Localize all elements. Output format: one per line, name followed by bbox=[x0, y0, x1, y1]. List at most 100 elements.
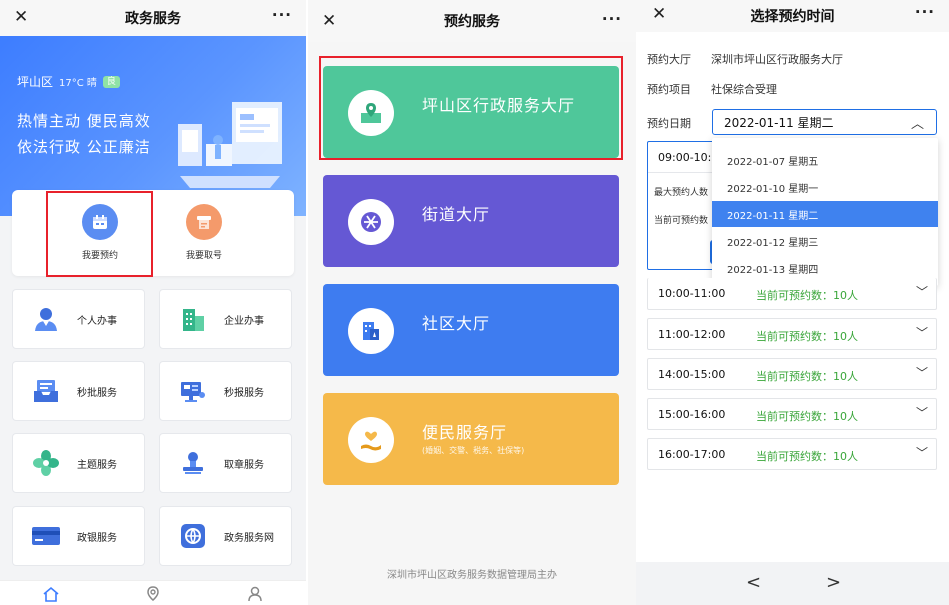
hall-convenience[interactable]: 便民服务厅 (婚姻、交警、税务、社保等) bbox=[323, 393, 619, 485]
bottom-tab-bar bbox=[0, 580, 306, 605]
top-bar: ✕ 预约服务 ··· bbox=[308, 0, 636, 42]
screen-select-time: ✕ 选择预约时间 ··· 预约大厅 深圳市坪山区行政服务大厅 预约项目 社保综合… bbox=[636, 0, 949, 605]
service-label: 个人办事 bbox=[77, 315, 117, 327]
service-label: 秒报服务 bbox=[224, 387, 264, 399]
network-icon bbox=[348, 199, 394, 245]
hall-community[interactable]: 社区大厅 bbox=[323, 284, 619, 376]
close-icon[interactable]: ✕ bbox=[322, 12, 336, 30]
service-label: 秒批服务 bbox=[77, 387, 117, 399]
info-row-item: 预约项目 社保综合受理 bbox=[647, 81, 777, 97]
date-dropdown: 2022-01-07 星期五 2022-01-10 星期一 2022-01-11… bbox=[712, 138, 938, 286]
chevron-down-icon: ﹀ bbox=[915, 326, 928, 340]
hall-label: 预约大厅 bbox=[647, 53, 691, 66]
air-quality-badge: 良 bbox=[102, 75, 120, 88]
time-slot-row[interactable]: 16:00-17:00 当前可预约数：10人 ﹀ bbox=[647, 438, 937, 470]
building-icon bbox=[348, 308, 394, 354]
service-label: 政务服务网 bbox=[224, 532, 274, 544]
take-number-label: 我要取号 bbox=[185, 251, 222, 261]
stamp-icon bbox=[178, 448, 208, 478]
back-arrow-icon[interactable]: < bbox=[746, 572, 761, 593]
profile-icon[interactable] bbox=[246, 585, 264, 603]
close-icon[interactable]: ✕ bbox=[652, 5, 666, 23]
slot-time: 11:00-12:00 bbox=[658, 328, 726, 341]
slot-availability: 当前可预约数：10人 bbox=[756, 410, 858, 423]
page-title: 政务服务 bbox=[125, 11, 181, 27]
hall-name: 社区大厅 bbox=[422, 314, 491, 333]
location-icon[interactable] bbox=[144, 585, 162, 603]
slot-time: 09:00-10:0 bbox=[658, 151, 719, 164]
heart-hand-icon bbox=[348, 417, 394, 463]
slot-availability: 当前可预约数：10人 bbox=[756, 330, 858, 343]
hall-subtitle: (婚姻、交警、税务、社保等) bbox=[422, 446, 525, 455]
item-value: 社保综合受理 bbox=[711, 83, 777, 96]
service-label: 企业办事 bbox=[224, 315, 264, 327]
page-title: 选择预约时间 bbox=[750, 9, 835, 25]
hero-banner: 坪山区 17°C 晴 良 热情主动 便民高效 依法行政 公正廉洁 bbox=[0, 36, 306, 216]
date-select[interactable]: 2022-01-11 星期二 ︿ bbox=[712, 109, 937, 135]
page-title: 预约服务 bbox=[444, 14, 500, 30]
hall-name: 街道大厅 bbox=[422, 205, 491, 224]
service-bank[interactable]: 政银服务 bbox=[12, 506, 145, 566]
date-option-selected[interactable]: 2022-01-11 星期二 bbox=[712, 201, 938, 227]
service-instant-approval[interactable]: 秒批服务 bbox=[12, 361, 145, 421]
slot-availability: 当前可预约数：10人 bbox=[756, 450, 858, 463]
time-slot-row[interactable]: 15:00-16:00 当前可预约数：10人 ﹀ bbox=[647, 398, 937, 430]
service-instant-report[interactable]: 秒报服务 bbox=[159, 361, 292, 421]
browser-nav-bar: < > bbox=[636, 562, 949, 605]
time-slot-row[interactable]: 14:00-15:00 当前可预约数：10人 ﹀ bbox=[647, 358, 937, 390]
slot-available-label: 当前可预约数 bbox=[654, 216, 709, 226]
hall-street[interactable]: 街道大厅 bbox=[323, 175, 619, 267]
footer-text: 深圳市坪山区政务服务数据管理局主办 bbox=[387, 570, 557, 581]
location-weather: 坪山区 17°C 晴 良 bbox=[17, 73, 120, 90]
service-enterprise[interactable]: 企业办事 bbox=[159, 289, 292, 349]
time-slot-row[interactable]: 10:00-11:00 当前可预约数：10人 ﹀ bbox=[647, 278, 937, 310]
date-select-value: 2022-01-11 星期二 bbox=[724, 115, 834, 130]
card-icon bbox=[31, 521, 61, 551]
chevron-down-icon: ﹀ bbox=[915, 366, 928, 380]
top-bar: ✕ 政务服务 ··· bbox=[0, 0, 306, 36]
chevron-down-icon: ﹀ bbox=[915, 406, 928, 420]
more-icon[interactable]: ··· bbox=[602, 10, 622, 28]
home-icon[interactable] bbox=[42, 585, 60, 603]
person-icon bbox=[31, 304, 61, 334]
slogan-line-2: 依法行政 公正廉洁 bbox=[17, 138, 151, 156]
service-seal-pickup[interactable]: 取章服务 bbox=[159, 433, 292, 493]
service-personal[interactable]: 个人办事 bbox=[12, 289, 145, 349]
info-row-date: 预约日期 bbox=[647, 115, 691, 131]
slot-time: 10:00-11:00 bbox=[658, 287, 726, 300]
slogan-line-1: 热情主动 便民高效 bbox=[17, 112, 151, 130]
hall-value: 深圳市坪山区行政服务大厅 bbox=[711, 53, 843, 66]
slot-time: 14:00-15:00 bbox=[658, 368, 726, 381]
take-number-button[interactable]: 我要取号 bbox=[174, 204, 234, 261]
monitor-icon bbox=[178, 376, 208, 406]
slot-availability: 当前可预约数：10人 bbox=[756, 370, 858, 383]
flower-icon bbox=[31, 448, 61, 478]
highlight-box bbox=[319, 56, 623, 160]
service-label: 政银服务 bbox=[77, 532, 117, 544]
slot-time: 16:00-17:00 bbox=[658, 448, 726, 461]
more-icon[interactable]: ··· bbox=[272, 6, 292, 24]
date-option[interactable]: 2022-01-12 星期三 bbox=[712, 228, 938, 254]
date-option[interactable]: 2022-01-07 星期五 bbox=[712, 147, 938, 173]
inbox-icon bbox=[31, 376, 61, 406]
date-option[interactable]: 2022-01-10 星期一 bbox=[712, 174, 938, 200]
building-icon bbox=[178, 304, 208, 334]
slot-time: 15:00-16:00 bbox=[658, 408, 726, 421]
chevron-down-icon: ﹀ bbox=[915, 446, 928, 460]
screen-government-services: ✕ 政务服务 ··· 坪山区 17°C 晴 良 热情主动 便民高效 依法行政 公… bbox=[0, 0, 306, 605]
more-icon[interactable]: ··· bbox=[915, 3, 935, 21]
forward-arrow-icon[interactable]: > bbox=[826, 572, 841, 593]
slot-availability: 当前可预约数：10人 bbox=[756, 289, 858, 302]
highlight-box bbox=[46, 191, 153, 277]
info-row-hall: 预约大厅 深圳市坪山区行政服务大厅 bbox=[647, 51, 843, 67]
slot-max-label: 最大预约人数 bbox=[654, 188, 709, 198]
time-slot-row[interactable]: 11:00-12:00 当前可预约数：10人 ﹀ bbox=[647, 318, 937, 350]
location-label[interactable]: 坪山区 bbox=[17, 73, 53, 90]
weather-label: 17°C 晴 bbox=[59, 78, 97, 89]
service-theme[interactable]: 主题服务 bbox=[12, 433, 145, 493]
date-label: 预约日期 bbox=[647, 117, 691, 130]
hall-name: 便民服务厅 bbox=[422, 423, 508, 442]
service-gov-network[interactable]: 政务服务网 bbox=[159, 506, 292, 566]
close-icon[interactable]: ✕ bbox=[14, 8, 28, 26]
item-label: 预约项目 bbox=[647, 83, 691, 96]
